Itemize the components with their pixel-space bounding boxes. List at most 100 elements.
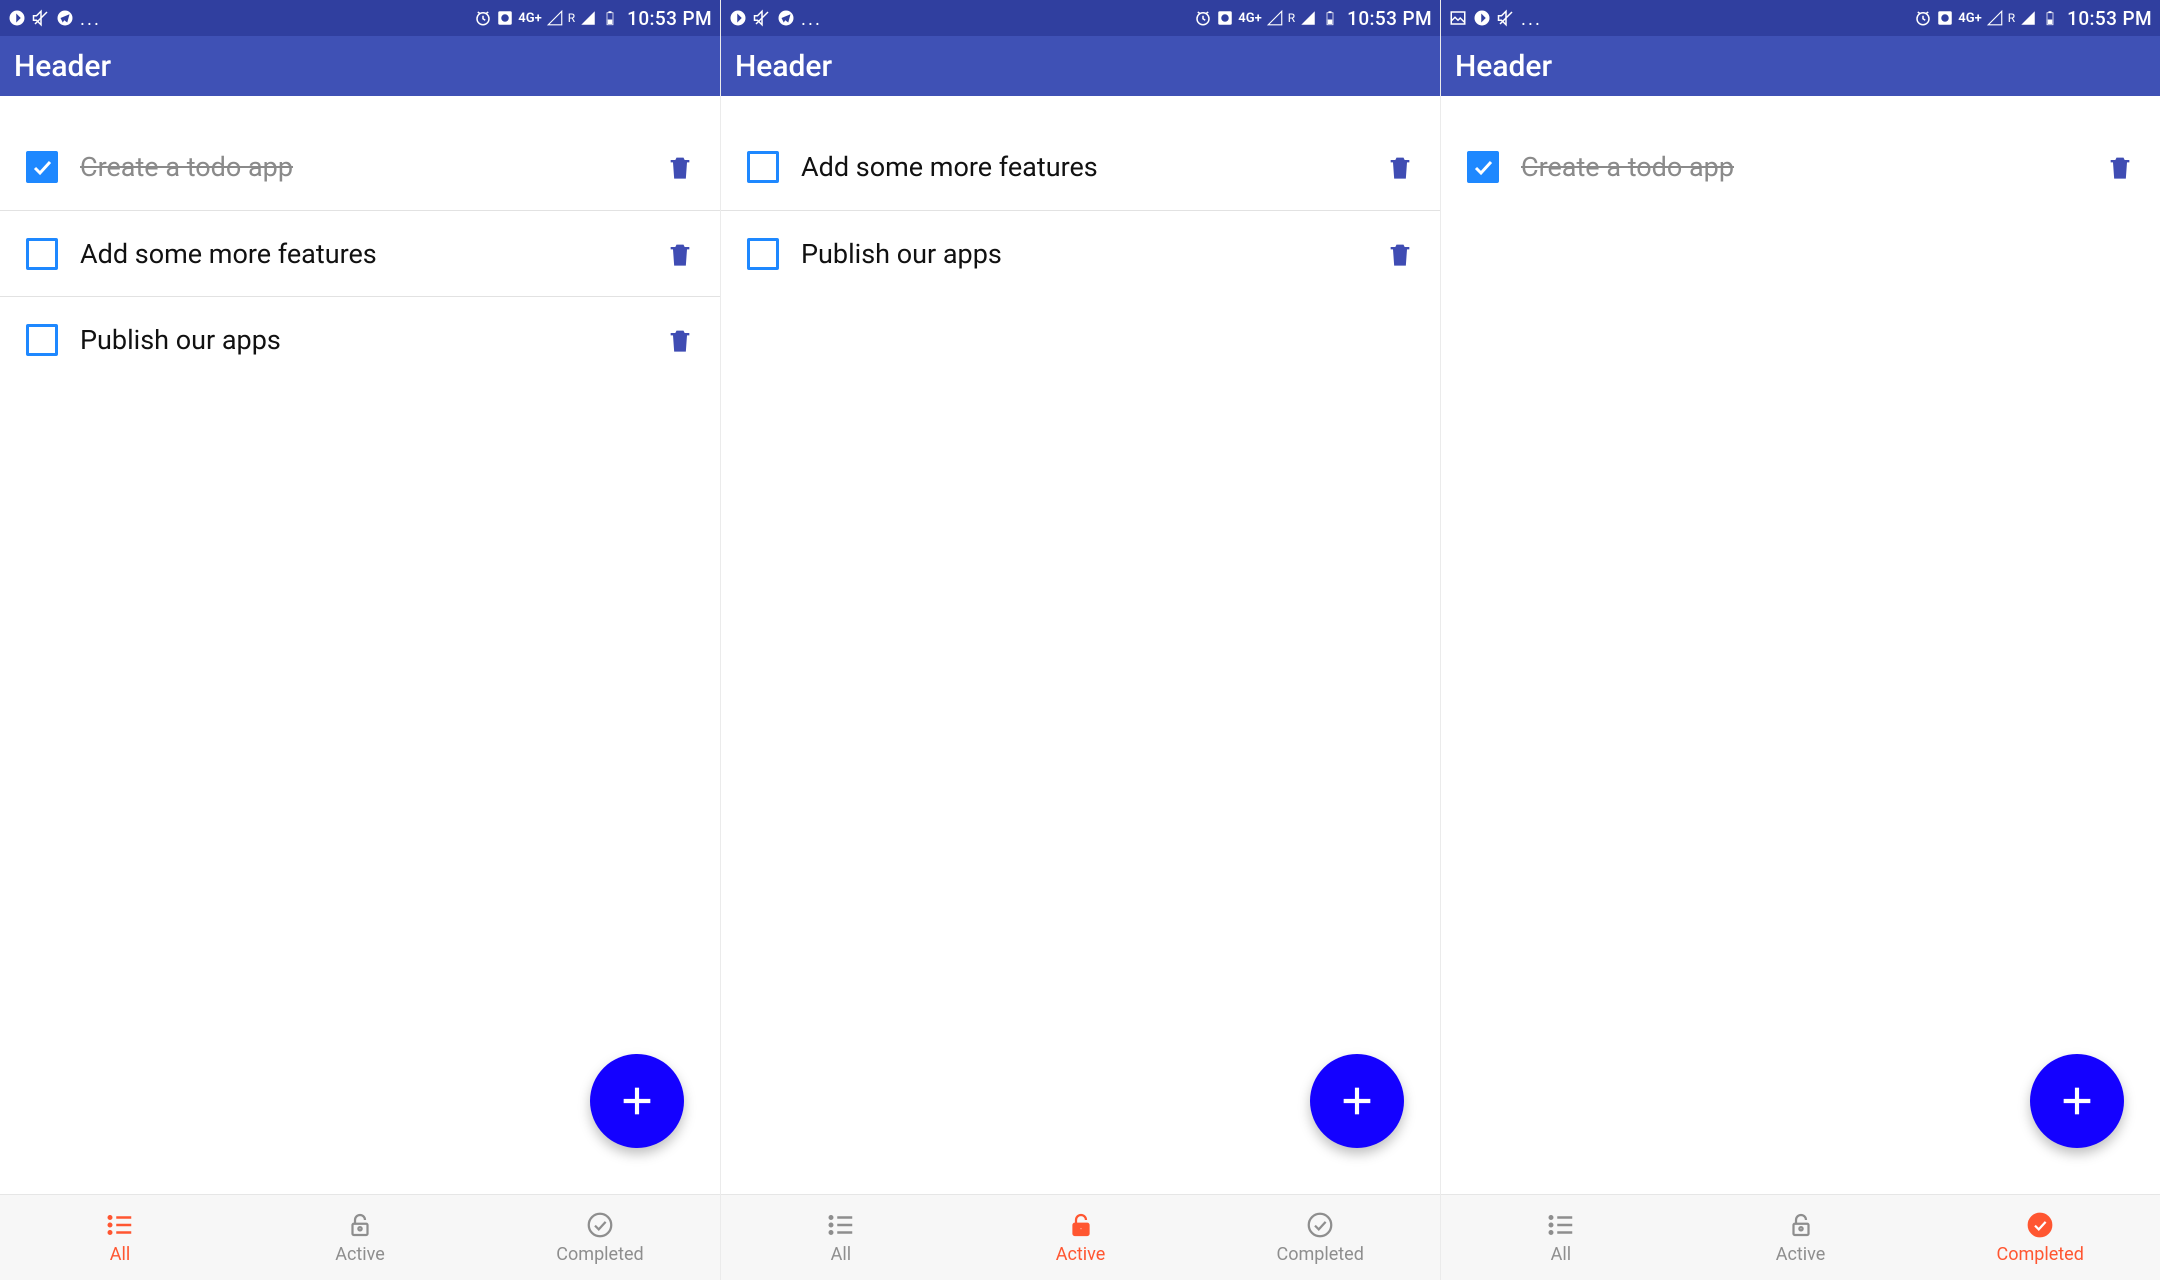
tab-label: Active: [1056, 1244, 1106, 1265]
todo-label: Publish our apps: [801, 238, 1386, 270]
notification-icon: [8, 9, 26, 27]
tab-label: Completed: [1276, 1244, 1363, 1265]
tab-all[interactable]: All: [1441, 1195, 1681, 1280]
add-todo-button[interactable]: [1310, 1054, 1404, 1148]
todo-item: Publish our apps: [0, 296, 720, 382]
todo-checkbox[interactable]: [26, 238, 58, 270]
todo-list: Create a todo app: [1441, 96, 2160, 1194]
bottom-tabs: All Active Completed: [1441, 1194, 2160, 1280]
battery-icon: [1321, 9, 1339, 27]
telegram-icon: [777, 9, 795, 27]
trash-icon[interactable]: [666, 324, 694, 356]
todo-item: Publish our apps: [721, 210, 1440, 296]
todo-checkbox[interactable]: [747, 151, 779, 183]
tab-active[interactable]: Active: [1681, 1195, 1921, 1280]
todo-label: Publish our apps: [80, 324, 666, 356]
unlock-icon: [345, 1210, 375, 1240]
todo-list: Create a todo app Add some more features…: [0, 96, 720, 1194]
add-todo-button[interactable]: [2030, 1054, 2124, 1148]
todo-checkbox[interactable]: [26, 324, 58, 356]
page-title: Header: [735, 49, 832, 84]
overflow-icon: ...: [80, 7, 101, 30]
status-left: ...: [8, 7, 101, 30]
tab-all[interactable]: All: [0, 1195, 240, 1280]
alarm-icon: [1194, 9, 1212, 27]
todo-item: Add some more features: [721, 124, 1440, 210]
roaming-indicator: R: [1288, 11, 1295, 25]
alarm-icon: [1914, 9, 1932, 27]
trash-icon[interactable]: [666, 151, 694, 183]
signal-icon-2: [2019, 9, 2037, 27]
tab-completed[interactable]: Completed: [1920, 1195, 2160, 1280]
tab-completed[interactable]: Completed: [1200, 1195, 1440, 1280]
mute-icon: [1497, 9, 1515, 27]
todo-label: Create a todo app: [1521, 151, 2106, 183]
roaming-indicator: R: [568, 11, 575, 25]
todo-item: Create a todo app: [1441, 124, 2160, 210]
list-icon: [826, 1210, 856, 1240]
check-circle-icon: [1305, 1210, 1335, 1240]
tab-label: All: [1551, 1244, 1572, 1265]
bottom-tabs: All Active Completed: [0, 1194, 720, 1280]
app-icon: [1936, 9, 1954, 27]
status-time: 10:53 PM: [1347, 7, 1432, 30]
roaming-indicator: R: [2008, 11, 2015, 25]
todo-checkbox[interactable]: [747, 238, 779, 270]
todo-label: Add some more features: [801, 151, 1386, 183]
tab-label: Active: [1776, 1244, 1826, 1265]
network-4g: 4G+: [1958, 11, 1981, 26]
mute-icon: [753, 9, 771, 27]
tab-completed[interactable]: Completed: [480, 1195, 720, 1280]
tab-active[interactable]: Active: [240, 1195, 480, 1280]
status-bar: ... 4G+ R 10:53 PM: [1441, 0, 2160, 36]
signal-icon: [1986, 9, 2004, 27]
tab-all[interactable]: All: [721, 1195, 961, 1280]
list-icon: [105, 1210, 135, 1240]
signal-icon: [546, 9, 564, 27]
check-circle-icon: [585, 1210, 615, 1240]
trash-icon[interactable]: [1386, 238, 1414, 270]
trash-icon[interactable]: [2106, 151, 2134, 183]
notification-icon: [729, 9, 747, 27]
tab-label: Completed: [1996, 1244, 2083, 1265]
status-left: ...: [1449, 7, 1542, 30]
screen-completed: ... 4G+ R 10:53 PM Header Create a todo …: [1440, 0, 2160, 1280]
signal-icon-2: [1299, 9, 1317, 27]
status-left: ...: [729, 7, 822, 30]
todo-checkbox[interactable]: [26, 151, 58, 183]
unlock-icon: [1786, 1210, 1816, 1240]
status-right: 4G+ R 10:53 PM: [1194, 7, 1432, 30]
app-icon: [1216, 9, 1234, 27]
tab-active[interactable]: Active: [961, 1195, 1201, 1280]
battery-icon: [2041, 9, 2059, 27]
trash-icon[interactable]: [1386, 151, 1414, 183]
notification-icon: [1473, 9, 1491, 27]
page-title: Header: [14, 49, 111, 84]
battery-icon: [601, 9, 619, 27]
screen-all: ... 4G+ R 10:53 PM Header Create a todo …: [0, 0, 720, 1280]
check-circle-icon: [2025, 1210, 2055, 1240]
add-todo-button[interactable]: [590, 1054, 684, 1148]
todo-item: Add some more features: [0, 210, 720, 296]
telegram-icon: [56, 9, 74, 27]
status-right: 4G+ R 10:53 PM: [1914, 7, 2152, 30]
todo-checkbox[interactable]: [1467, 151, 1499, 183]
trash-icon[interactable]: [666, 238, 694, 270]
status-time: 10:53 PM: [627, 7, 712, 30]
status-bar: ... 4G+ R 10:53 PM: [721, 0, 1440, 36]
app-bar: Header: [1441, 36, 2160, 96]
todo-label: Create a todo app: [80, 151, 666, 183]
network-4g: 4G+: [1238, 11, 1261, 26]
app-bar: Header: [721, 36, 1440, 96]
list-icon: [1546, 1210, 1576, 1240]
alarm-icon: [474, 9, 492, 27]
todo-label: Add some more features: [80, 238, 666, 270]
todo-list: Add some more features Publish our apps: [721, 96, 1440, 1194]
status-time: 10:53 PM: [2067, 7, 2152, 30]
tab-label: All: [110, 1244, 131, 1265]
todo-item: Create a todo app: [0, 124, 720, 210]
tab-label: Completed: [556, 1244, 643, 1265]
status-bar: ... 4G+ R 10:53 PM: [0, 0, 720, 36]
tab-label: All: [831, 1244, 852, 1265]
image-icon: [1449, 9, 1467, 27]
